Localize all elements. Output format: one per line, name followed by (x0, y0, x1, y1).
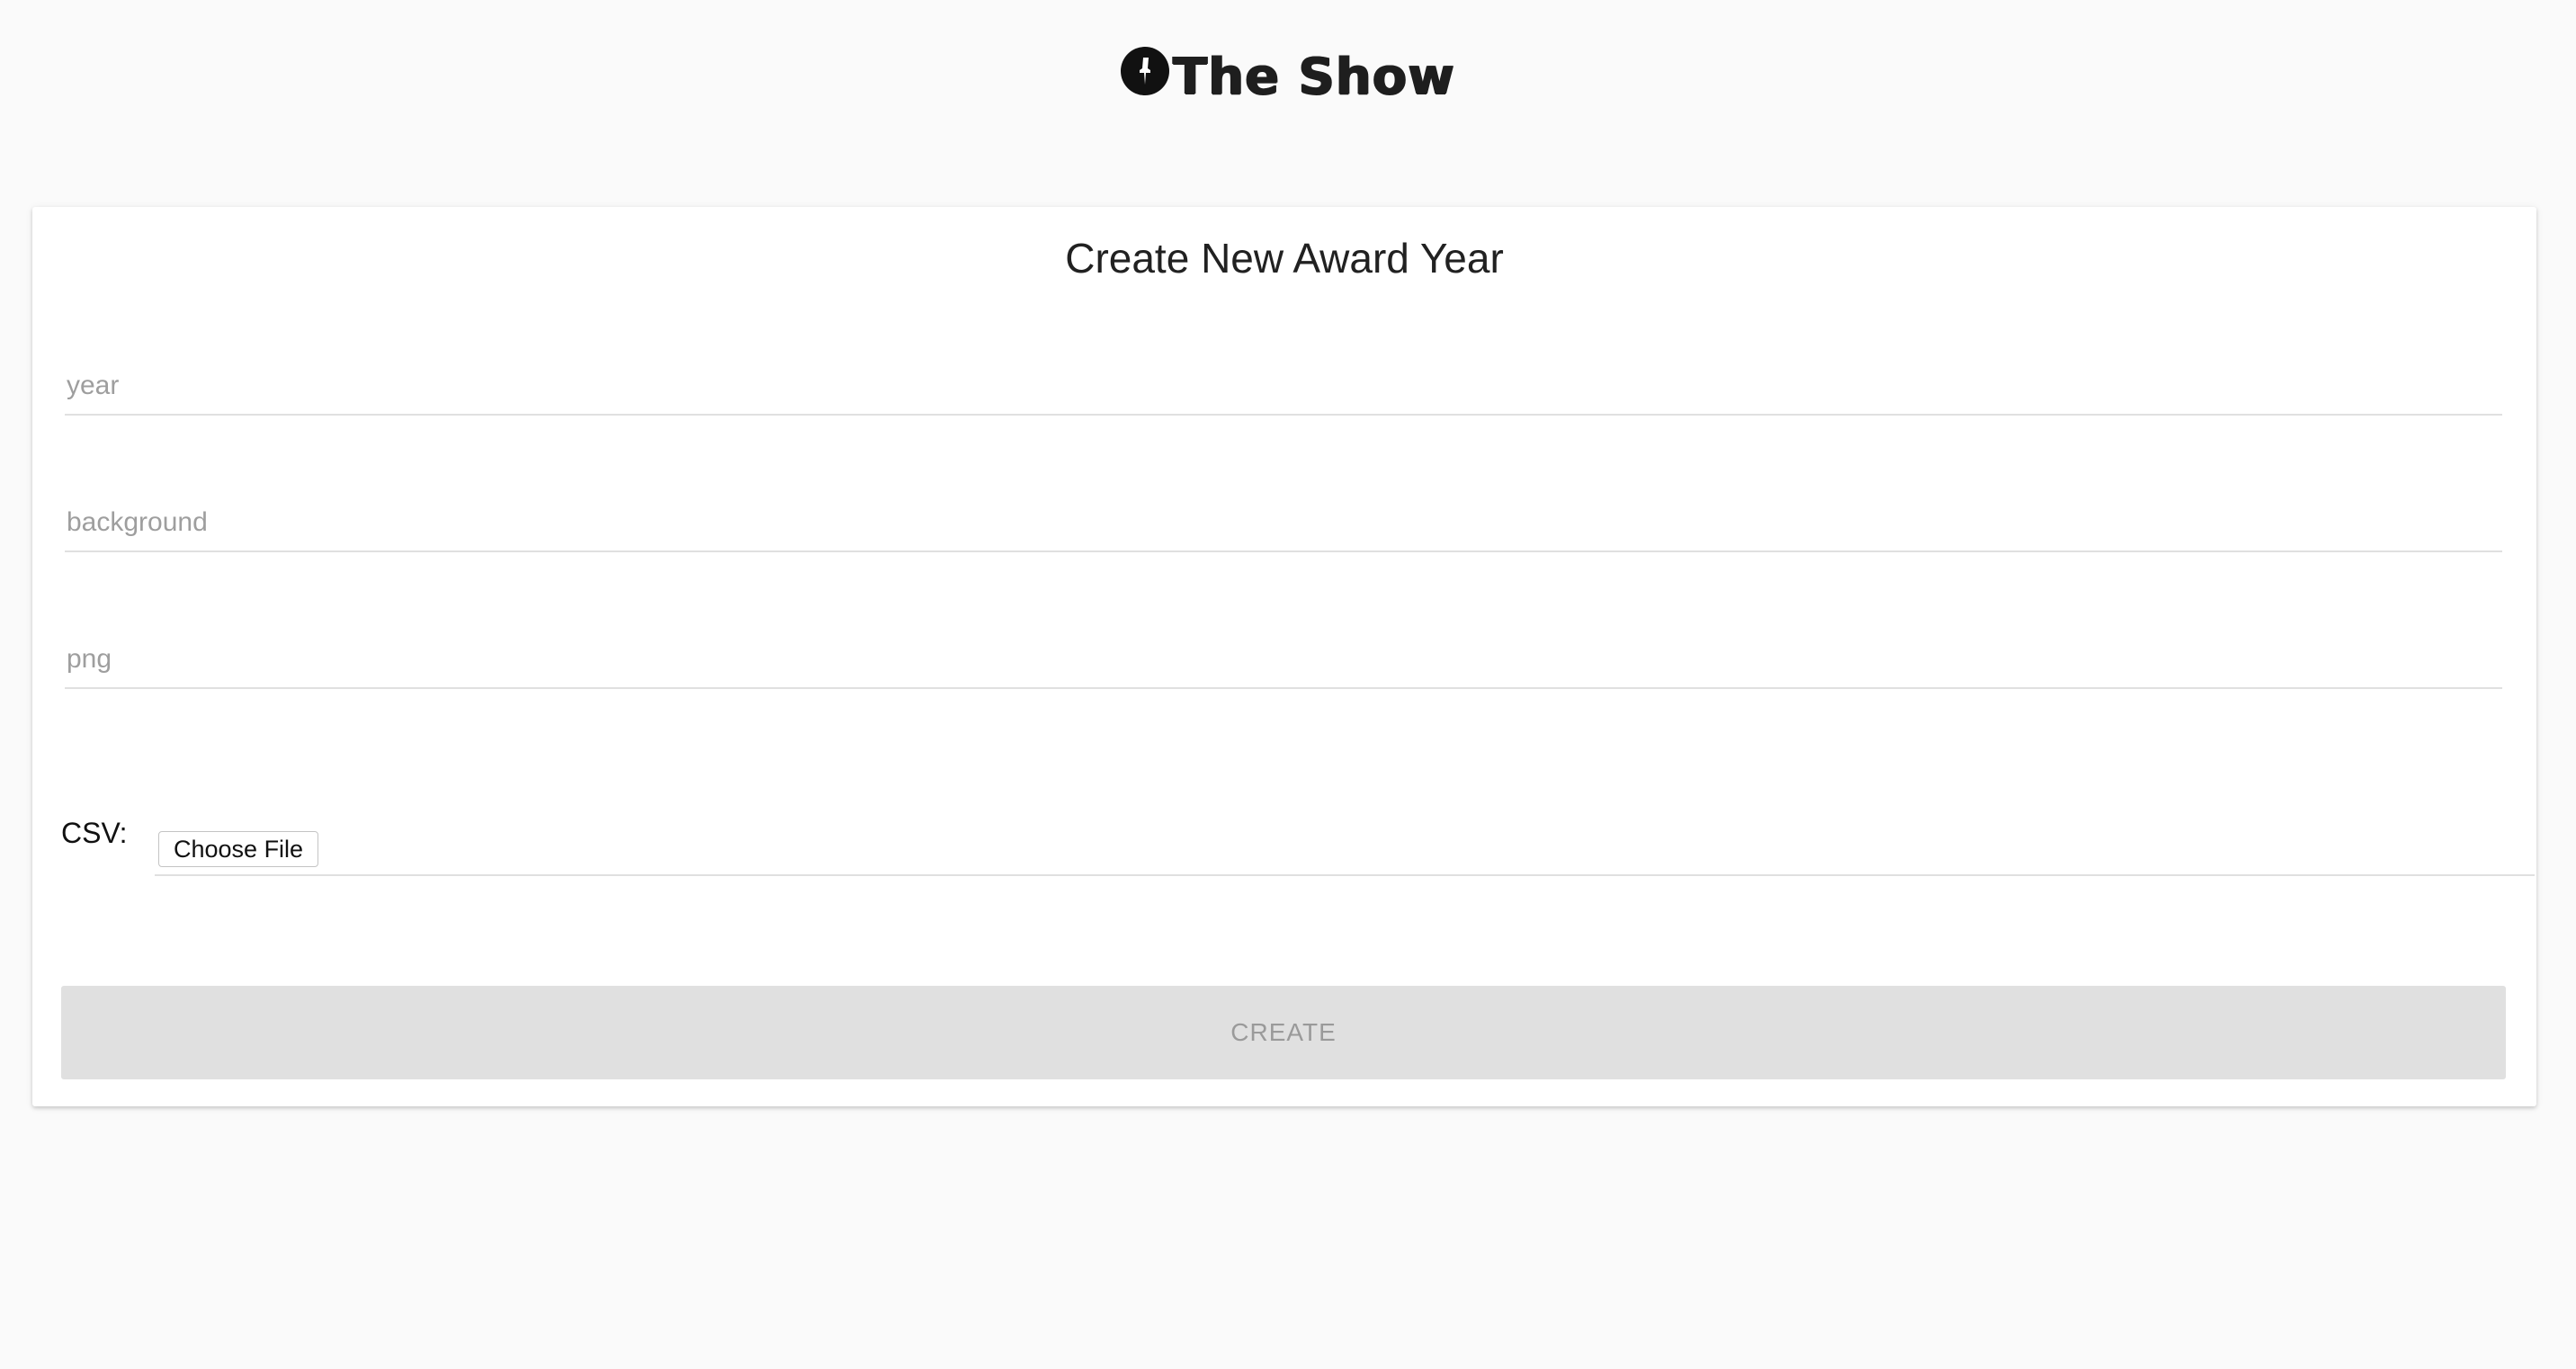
png-input[interactable] (65, 637, 2504, 682)
logo[interactable]: The Show (1121, 47, 1455, 106)
create-award-year-card: Create New Award Year CSV: Choose File C… (32, 207, 2536, 1106)
csv-file-field: Choose File (155, 817, 2535, 876)
form-title: Create New Award Year (1065, 235, 1504, 282)
create-button[interactable]: CREATE (61, 986, 2506, 1079)
png-field (65, 615, 2504, 689)
pin-icon (1121, 47, 1170, 95)
year-field (65, 342, 2504, 416)
csv-upload-row: CSV: Choose File (61, 817, 2536, 907)
app-title: The Show (1173, 47, 1455, 106)
year-input[interactable] (65, 363, 2504, 408)
choose-file-button[interactable]: Choose File (158, 831, 319, 867)
csv-label: CSV: (61, 817, 128, 849)
app-header: The Show (0, 0, 2576, 153)
background-input[interactable] (65, 500, 2504, 545)
background-field (65, 479, 2504, 552)
